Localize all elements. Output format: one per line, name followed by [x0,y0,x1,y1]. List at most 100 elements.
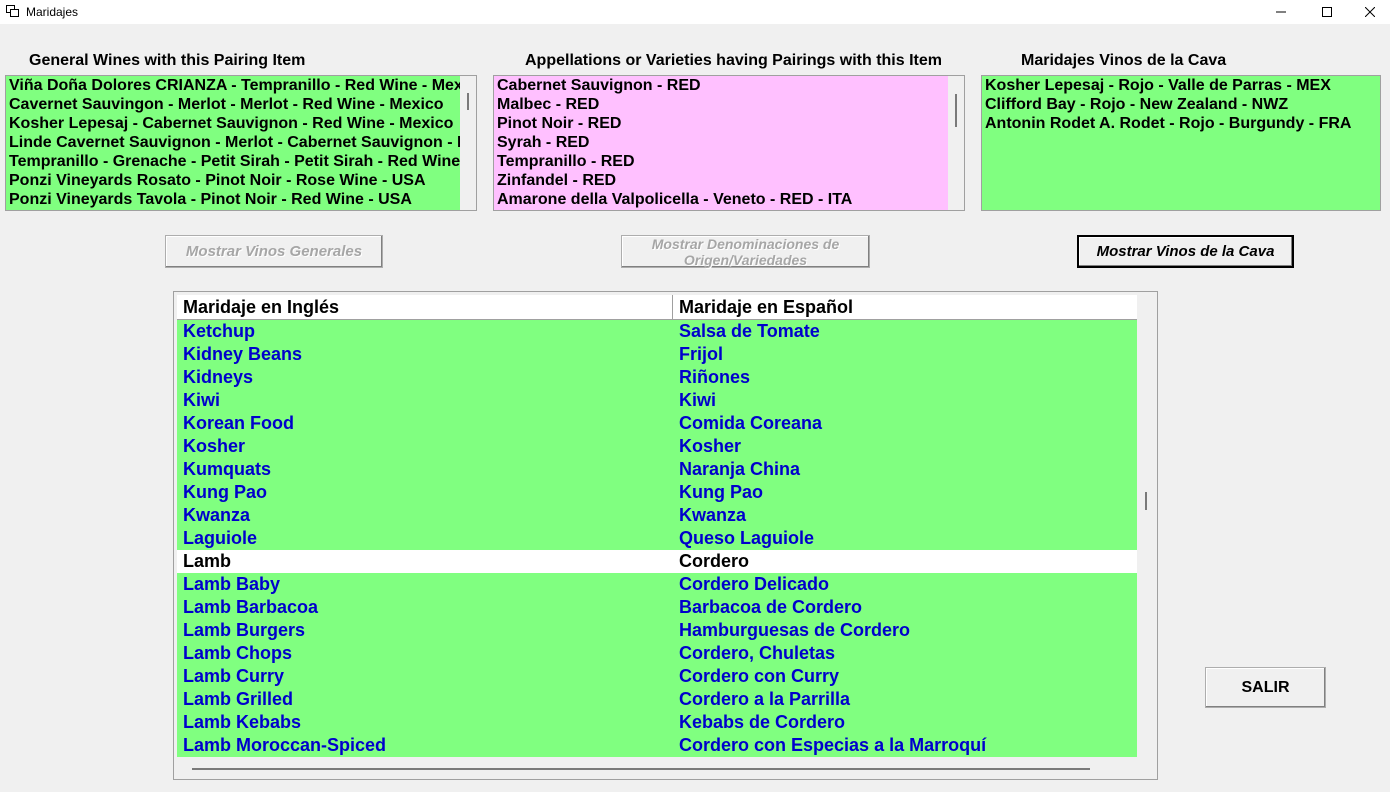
table-row[interactable]: Laguiole Queso Laguiole [177,527,1137,550]
cell-spanish[interactable]: Naranja China [673,458,1137,481]
list-item[interactable]: Amarone della Valpolicella - Veneto - RE… [494,190,948,209]
table-row[interactable]: Kosher Kosher [177,435,1137,458]
table-row[interactable]: Lamb Baby Cordero Delicado [177,573,1137,596]
cell-english[interactable]: Kung Pao [177,481,673,504]
table-row[interactable]: Lamb Moroccan-Spiced Cordero con Especias… [177,734,1137,757]
table-row[interactable]: Kidney Beans Frijol [177,343,1137,366]
show-cava-wines-button[interactable]: Mostrar Vinos de la Cava [1078,236,1293,267]
close-icon [1365,7,1375,17]
table-row[interactable]: Korean Food Comida Coreana [177,412,1137,435]
cell-english[interactable]: Kwanza [177,504,673,527]
cell-english[interactable]: Korean Food [177,412,673,435]
list-item[interactable]: Antonin Rodet A. Rodet - Rojo - Burgundy… [982,114,1380,133]
table-row[interactable]: Kung Pao Kung Pao [177,481,1137,504]
show-appellations-button[interactable]: Mostrar Denominaciones de Origen/Varieda… [621,235,870,268]
cell-english[interactable]: Lamb Baby [177,573,673,596]
list-item[interactable]: Tempranillo - Grenache - Petit Sirah - P… [6,152,460,171]
pairing-grid-viewport: Maridaje en Inglés Maridaje en Español K… [177,295,1137,761]
scroll-thumb[interactable] [467,93,469,110]
list-item[interactable]: Pinot Noir - RED [494,114,948,133]
table-row[interactable]: Kidneys Riñones [177,366,1137,389]
table-row[interactable]: Lamb Cordero [177,550,1137,573]
list-item[interactable]: Ponzi Vineyards Tavola - Pinot Noir - Re… [6,190,460,209]
cell-english[interactable]: Lamb Kebabs [177,711,673,734]
list-item[interactable]: Kosher Lepesaj - Cabernet Sauvignon - Re… [6,114,460,133]
list-item[interactable]: Tempranillo - RED [494,152,948,171]
table-row[interactable]: Kiwi Kiwi [177,389,1137,412]
list-item[interactable]: Clifford Bay - Rojo - New Zealand - NWZ [982,95,1380,114]
title-bar: Maridajes [0,0,1390,25]
cell-spanish[interactable]: Barbacoa de Cordero [673,596,1137,619]
cell-english[interactable]: Ketchup [177,320,673,343]
cell-english[interactable]: Lamb Moroccan-Spiced [177,734,673,757]
header-spanish[interactable]: Maridaje en Español [673,295,1137,319]
table-row[interactable]: Lamb Burgers Hamburguesas de Cordero [177,619,1137,642]
cell-spanish[interactable]: Queso Laguiole [673,527,1137,550]
cell-english[interactable]: Kumquats [177,458,673,481]
header-english[interactable]: Maridaje en Inglés [177,295,673,319]
list-item[interactable]: Ponzi Vineyards Rosato - Pinot Noir - Ro… [6,171,460,190]
appellations-list[interactable]: Cabernet Sauvignon - RED Malbec - RED Pi… [493,75,965,211]
list-item[interactable]: Cabernet Sauvignon - RED [494,76,948,95]
pairing-grid[interactable]: Maridaje en Inglés Maridaje en Español K… [173,291,1158,780]
cell-spanish[interactable]: Frijol [673,343,1137,366]
cell-spanish[interactable]: Cordero a la Parrilla [673,688,1137,711]
cell-english[interactable]: Kidney Beans [177,343,673,366]
show-general-wines-button[interactable]: Mostrar Vinos Generales [165,235,383,268]
cell-spanish[interactable]: Kung Pao [673,481,1137,504]
grid-vertical-scroll-thumb[interactable] [1145,492,1147,510]
table-row[interactable]: Lamb Grilled Cordero a la Parrilla [177,688,1137,711]
cell-spanish[interactable]: Kebabs de Cordero [673,711,1137,734]
grid-horizontal-scrollbar[interactable] [192,768,1090,770]
table-row[interactable]: Lamb Chops Cordero, Chuletas [177,642,1137,665]
minimize-button[interactable] [1258,0,1304,24]
list-item[interactable]: Linde Cavernet Sauvignon - Merlot - Cabe… [6,133,460,152]
general-wines-list[interactable]: Viña Doña Dolores CRIANZA - Tempranillo … [5,75,477,211]
table-row[interactable]: Lamb Barbacoa Barbacoa de Cordero [177,596,1137,619]
cava-caption: Maridajes Vinos de la Cava [1021,52,1227,69]
general-wines-items: Viña Doña Dolores CRIANZA - Tempranillo … [6,76,460,210]
list-item[interactable]: Kosher Lepesaj - Rojo - Valle de Parras … [982,76,1380,95]
cell-english[interactable]: Kidneys [177,366,673,389]
general-wines-scrollbar[interactable] [460,76,476,210]
cell-spanish[interactable]: Salsa de Tomate [673,320,1137,343]
list-item[interactable]: Syrah - RED [494,133,948,152]
app-icon [6,5,19,17]
list-item[interactable]: Cavernet Sauvingon - Merlot - Merlot - R… [6,95,460,114]
cell-english[interactable]: Kiwi [177,389,673,412]
cell-english[interactable]: Lamb Barbacoa [177,596,673,619]
table-row[interactable]: Ketchup Salsa de Tomate [177,320,1137,343]
cell-spanish[interactable]: Cordero con Especias a la Marroquí [673,734,1137,757]
cell-spanish[interactable]: Cordero [673,550,1137,573]
cell-spanish[interactable]: Comida Coreana [673,412,1137,435]
cell-english[interactable]: Lamb Grilled [177,688,673,711]
cell-spanish[interactable]: Kosher [673,435,1137,458]
table-row[interactable]: Kwanza Kwanza [177,504,1137,527]
list-item[interactable]: Viña Doña Dolores CRIANZA - Tempranillo … [6,76,460,95]
cell-english[interactable]: Kosher [177,435,673,458]
table-row[interactable]: Kumquats Naranja China [177,458,1137,481]
cava-wines-list[interactable]: Kosher Lepesaj - Rojo - Valle de Parras … [981,75,1381,211]
table-row[interactable]: Lamb Curry Cordero con Curry [177,665,1137,688]
maximize-button[interactable] [1304,0,1350,24]
scroll-thumb[interactable] [955,94,957,127]
cell-english[interactable]: Lamb [177,550,673,573]
cell-english[interactable]: Laguiole [177,527,673,550]
appellations-scrollbar[interactable] [948,76,964,210]
close-button[interactable] [1350,0,1390,24]
list-item[interactable]: Malbec - RED [494,95,948,114]
exit-button[interactable]: SALIR [1205,667,1326,708]
cell-english[interactable]: Lamb Curry [177,665,673,688]
cell-spanish[interactable]: Kiwi [673,389,1137,412]
cell-english[interactable]: Lamb Burgers [177,619,673,642]
cell-spanish[interactable]: Cordero, Chuletas [673,642,1137,665]
cell-spanish[interactable]: Cordero Delicado [673,573,1137,596]
list-item[interactable]: Zinfandel - RED [494,171,948,190]
cell-spanish[interactable]: Hamburguesas de Cordero [673,619,1137,642]
window-title: Maridajes [26,5,79,19]
cell-spanish[interactable]: Riñones [673,366,1137,389]
cell-spanish[interactable]: Cordero con Curry [673,665,1137,688]
table-row[interactable]: Lamb Kebabs Kebabs de Cordero [177,711,1137,734]
cell-spanish[interactable]: Kwanza [673,504,1137,527]
cell-english[interactable]: Lamb Chops [177,642,673,665]
